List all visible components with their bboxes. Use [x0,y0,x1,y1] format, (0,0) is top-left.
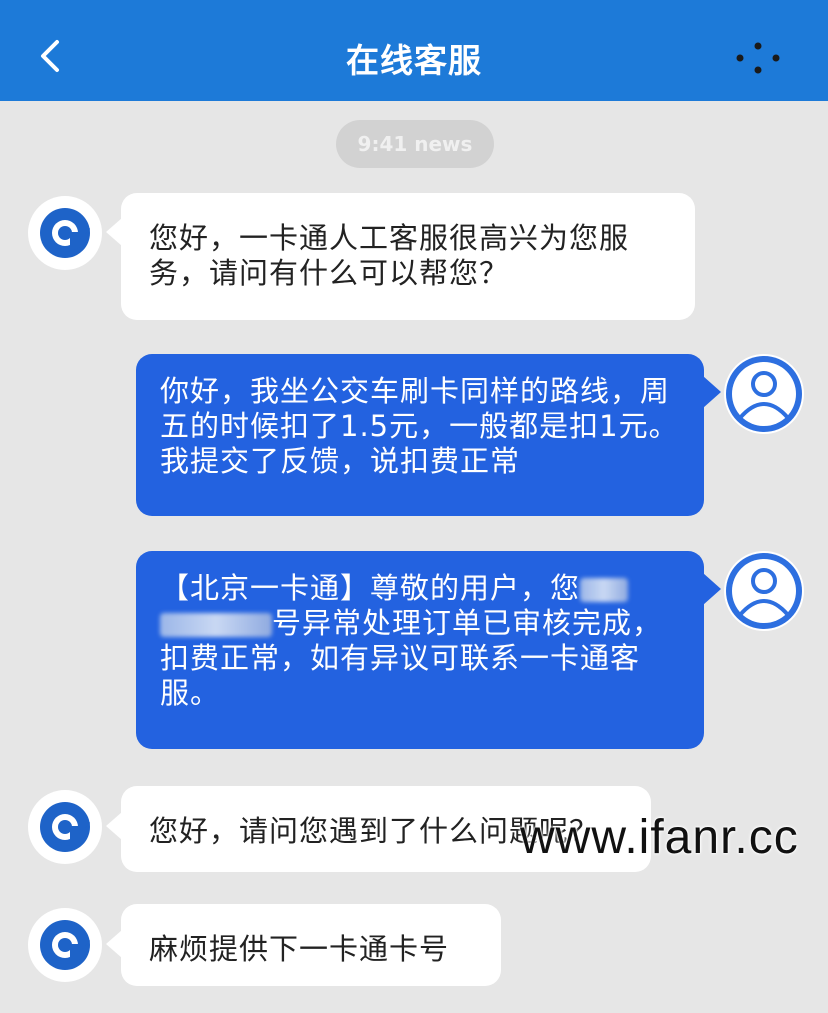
more-dots-icon [736,42,780,74]
timestamp-badge: 9:41 news [336,120,494,168]
user-icon [726,553,802,629]
message-text: 麻烦提供下一卡通卡号 [149,932,450,966]
bubble-tail [703,376,721,408]
message-text: 【北京一卡通】尊敬的用户，您 [160,571,581,605]
agent-message[interactable]: 您好，一卡通人工客服很高兴为您服务，请问有什么可以帮您？ [121,193,695,320]
bubble-tail [106,930,122,958]
user-avatar[interactable] [724,551,804,631]
user-avatar[interactable] [724,354,804,434]
watermark-text: www.ifanr.cc [520,811,799,864]
user-icon [726,356,802,432]
agent-avatar[interactable] [28,196,102,270]
bubble-tail [106,812,122,840]
page-title: 在线客服 [346,41,482,80]
yikatong-logo-icon [40,208,90,258]
redacted-number [160,613,272,637]
app-header: 在线客服 [0,0,828,101]
user-message[interactable]: 你好，我坐公交车刷卡同样的路线，周五的时候扣了1.5元，一般都是扣1元。我提交了… [136,354,704,516]
agent-message[interactable]: 麻烦提供下一卡通卡号 [121,904,501,986]
bubble-tail [703,573,721,605]
redacted-number [580,578,629,602]
yikatong-logo-icon [40,802,90,852]
agent-avatar[interactable] [28,790,102,864]
more-button[interactable] [728,36,788,80]
bubble-tail [106,218,122,246]
message-text: 您好，一卡通人工客服很高兴为您服务，请问有什么可以帮您？ [149,221,630,290]
agent-avatar[interactable] [28,908,102,982]
user-message[interactable]: 【北京一卡通】尊敬的用户，您号异常处理订单已审核完成，扣费正常，如有异议可联系一… [136,551,704,749]
yikatong-logo-icon [40,920,90,970]
message-text: 你好，我坐公交车刷卡同样的路线，周五的时候扣了1.5元，一般都是扣1元。我提交了… [160,374,679,478]
